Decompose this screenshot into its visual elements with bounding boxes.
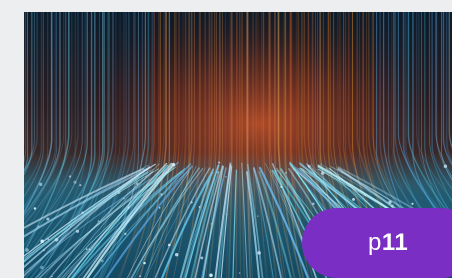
spark [217, 171, 219, 174]
hero-card: p 11 [24, 12, 452, 278]
spark [135, 182, 139, 186]
spark [257, 251, 261, 255]
spark [100, 259, 104, 263]
spark [210, 222, 213, 225]
spark [320, 171, 325, 175]
spark [143, 261, 146, 265]
spark [39, 182, 43, 186]
spark [54, 238, 59, 242]
spark [73, 180, 77, 184]
spark [33, 207, 37, 210]
spark [280, 185, 283, 188]
spark [200, 256, 204, 260]
spark [190, 201, 193, 204]
spark [238, 272, 241, 274]
spark [175, 253, 179, 257]
spark [352, 197, 355, 201]
spark [46, 217, 50, 221]
spark [40, 265, 44, 270]
spark [171, 162, 176, 167]
spark [43, 249, 45, 252]
spark [37, 225, 40, 228]
spark [68, 175, 72, 178]
page-number-badge: p 11 [302, 208, 452, 278]
spark [160, 193, 163, 196]
spark [123, 197, 125, 200]
spark [257, 215, 259, 217]
spark [51, 275, 53, 278]
spark [308, 189, 311, 192]
spark [25, 248, 29, 252]
spark [124, 232, 127, 236]
spark [226, 213, 228, 216]
page-number: 11 [381, 229, 409, 256]
spark [127, 206, 130, 209]
spark [364, 194, 367, 197]
spark [139, 275, 141, 277]
spark [388, 200, 392, 205]
spark [284, 171, 288, 174]
spark [85, 248, 88, 250]
spark [209, 273, 213, 278]
spark [81, 211, 84, 215]
spark [167, 243, 171, 247]
spark [158, 207, 161, 209]
spark [217, 161, 221, 164]
spark [79, 184, 82, 187]
spark [198, 206, 201, 208]
spark [88, 248, 91, 251]
spark [411, 202, 414, 205]
spark [97, 220, 100, 223]
spark [40, 239, 44, 244]
page-prefix: p [368, 229, 382, 256]
spark [312, 202, 315, 206]
spark [390, 204, 394, 208]
spark [225, 176, 227, 178]
spark [307, 164, 311, 168]
spark [75, 229, 80, 233]
spark [117, 191, 121, 194]
spark [47, 238, 49, 240]
spark [443, 164, 448, 168]
